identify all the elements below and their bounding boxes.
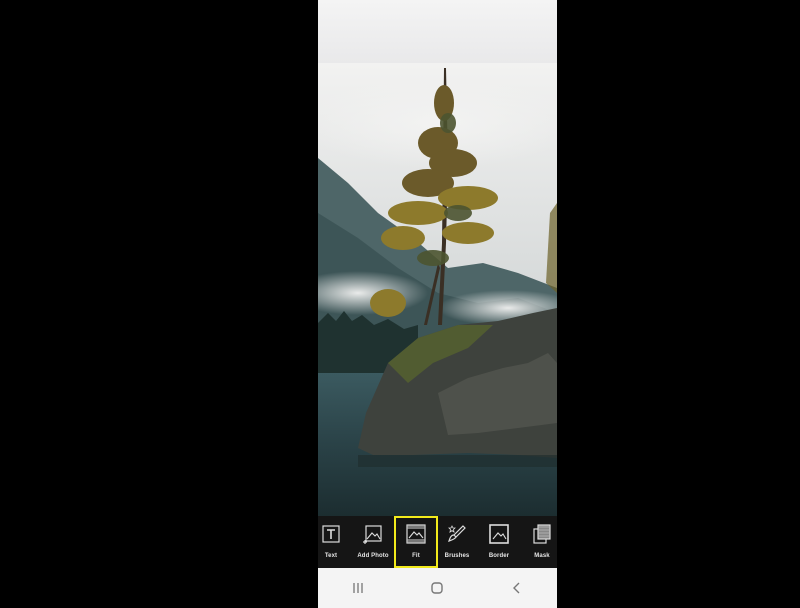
android-nav-bar <box>318 568 557 608</box>
recents-icon <box>353 583 363 593</box>
canvas-photo[interactable] <box>318 63 557 516</box>
editor-top-bar <box>318 0 557 63</box>
lake-tree-photo <box>318 63 557 516</box>
fit-icon <box>405 523 427 545</box>
tool-text-label: Text <box>324 553 338 559</box>
home-button[interactable] <box>417 573 457 603</box>
text-icon <box>320 523 342 545</box>
phone-screen: Text Add Photo Fit Brushes Border Mask <box>318 0 557 608</box>
tool-mask-label: Mask <box>534 553 550 559</box>
mask-icon <box>531 523 553 545</box>
tool-border-label: Border <box>488 553 510 559</box>
tool-mask[interactable]: Mask <box>522 516 557 568</box>
tool-brushes[interactable]: Brushes <box>437 516 477 568</box>
add-photo-icon <box>362 523 384 545</box>
tool-add-photo-label: Add Photo <box>357 553 389 559</box>
recents-button[interactable] <box>338 573 378 603</box>
tool-border[interactable]: Border <box>479 516 519 568</box>
tool-fit-label: Fit <box>412 553 420 559</box>
tool-brushes-label: Brushes <box>444 553 470 559</box>
tool-fit[interactable]: Fit <box>394 516 438 568</box>
back-icon <box>513 582 520 594</box>
tool-text[interactable]: Text <box>318 516 351 568</box>
editor-toolbar: Text Add Photo Fit Brushes Border Mask <box>318 516 557 568</box>
border-icon <box>488 523 510 545</box>
back-button[interactable] <box>497 573 537 603</box>
home-icon <box>431 582 444 594</box>
brushes-icon <box>446 523 468 545</box>
tool-add-photo[interactable]: Add Photo <box>353 516 393 568</box>
